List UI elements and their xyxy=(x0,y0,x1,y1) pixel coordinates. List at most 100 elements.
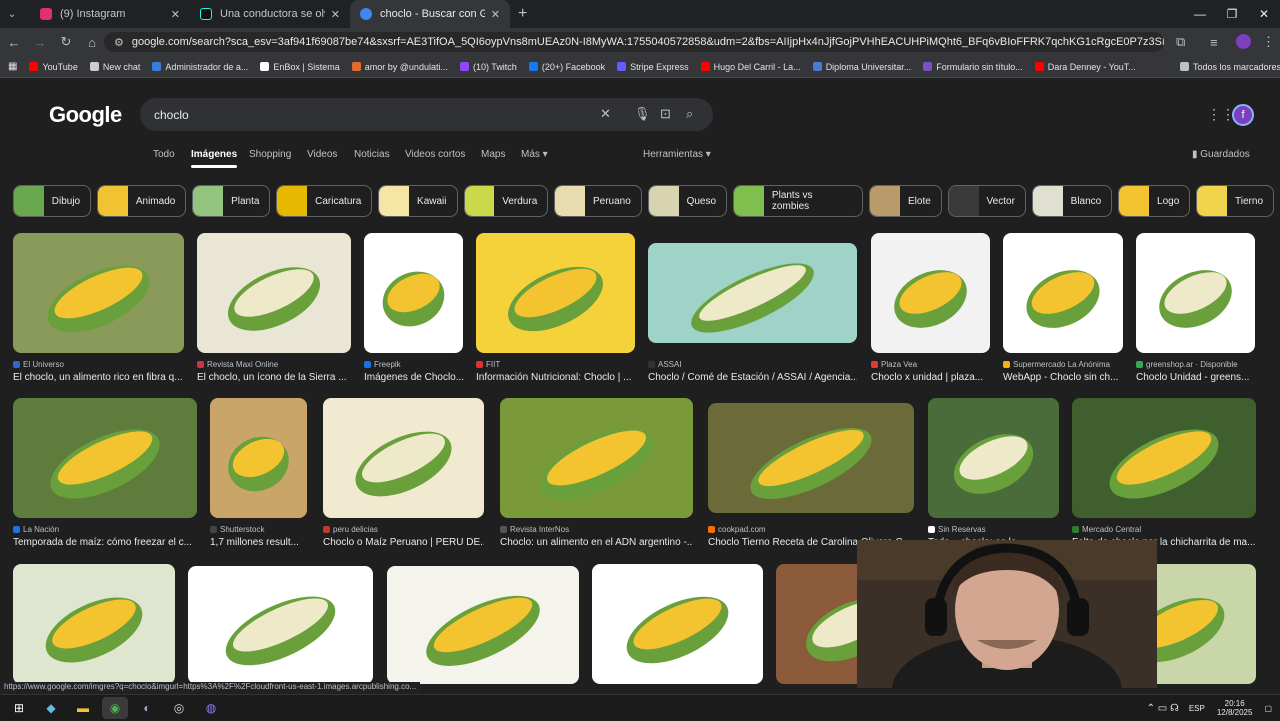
tools-button[interactable]: Herramientas ▾ xyxy=(643,149,711,160)
account-avatar[interactable]: f xyxy=(1232,104,1254,126)
minimize-icon[interactable]: — xyxy=(1184,0,1216,28)
app-icon[interactable]: ◍ xyxy=(198,697,224,719)
tab-videos-cortos[interactable]: Videos cortos xyxy=(405,149,465,160)
apps-grid-icon[interactable]: ▦ xyxy=(8,61,17,72)
home-icon[interactable]: ⌂ xyxy=(80,35,104,50)
bookmark-item[interactable]: Administrador de a... xyxy=(152,62,248,72)
image-result[interactable] xyxy=(928,398,1059,518)
image-result[interactable] xyxy=(1136,233,1255,353)
result-caption[interactable]: Temporada de maíz: cómo freezar el c... xyxy=(13,537,197,548)
image-result[interactable] xyxy=(592,564,763,684)
result-source[interactable]: cookpad.com xyxy=(708,525,766,534)
new-tab-button[interactable]: + xyxy=(518,5,527,23)
result-source[interactable]: Supermercado La Anónima xyxy=(1003,360,1110,369)
language-indicator[interactable]: ESP xyxy=(1189,704,1205,713)
tab-shopping[interactable]: Shopping xyxy=(249,149,291,160)
bookmark-item[interactable]: New chat xyxy=(89,62,140,72)
result-source[interactable]: La Nación xyxy=(13,525,59,534)
clock[interactable]: 20:16 12/8/2025 xyxy=(1217,699,1253,717)
close-tab-icon[interactable]: ✕ xyxy=(331,8,340,21)
bookmark-item[interactable]: Hugo Del Carril - La... xyxy=(700,62,801,72)
bookmark-item[interactable]: YouTube xyxy=(29,62,78,72)
restore-icon[interactable]: ❐ xyxy=(1216,0,1248,28)
result-source[interactable]: Revista Maxi Online xyxy=(197,360,278,369)
image-result[interactable] xyxy=(708,403,914,513)
tab-maps[interactable]: Maps xyxy=(481,149,505,160)
tab-videos[interactable]: Videos xyxy=(307,149,337,160)
start-icon[interactable]: ⊞ xyxy=(6,697,32,719)
image-result[interactable] xyxy=(476,233,635,353)
image-result[interactable] xyxy=(197,233,351,353)
tab-imagenes[interactable]: Imágenes xyxy=(191,149,238,168)
result-caption[interactable]: Imágenes de Choclo... xyxy=(364,372,494,383)
chip-tierno[interactable]: Tierno xyxy=(1196,185,1275,217)
close-tab-icon[interactable]: ✕ xyxy=(491,8,500,21)
result-source[interactable]: Shutterstock xyxy=(210,525,264,534)
bookmark-item[interactable]: Todos los marcadores xyxy=(1180,62,1280,72)
bookmark-item[interactable]: Stripe Express xyxy=(617,62,689,72)
result-source[interactable]: greenshop.ar · Disponible xyxy=(1136,360,1238,369)
image-result[interactable] xyxy=(871,233,990,353)
close-window-icon[interactable]: ✕ xyxy=(1248,0,1280,28)
file-explorer-icon[interactable]: ▬ xyxy=(70,697,96,719)
image-result[interactable] xyxy=(500,398,693,518)
browser-tab-tiktok[interactable]: Una conductora se olvidó de bajar... ✕ xyxy=(190,0,350,28)
bookmark-item[interactable]: (10) Twitch xyxy=(459,62,517,72)
extensions-icon[interactable]: ⧉ xyxy=(1176,28,1185,56)
result-caption[interactable]: Choclo Unidad - greens... xyxy=(1136,372,1266,383)
search-icon[interactable]: ⌕ xyxy=(686,106,693,122)
chip-plants-vs-zombies[interactable]: Plants vs zombies xyxy=(733,185,864,217)
result-caption[interactable]: Choclo o Maíz Peruano | PERU DE... xyxy=(323,537,484,548)
chip-queso[interactable]: Queso xyxy=(647,185,728,217)
image-result[interactable] xyxy=(210,398,307,518)
result-source[interactable]: ASSAI xyxy=(648,360,682,369)
result-caption[interactable]: Choclo: un alimento en el ADN argentino … xyxy=(500,537,693,548)
clear-icon[interactable]: ✕ xyxy=(600,106,611,122)
media-icon[interactable]: ≡ xyxy=(1210,28,1218,56)
result-caption[interactable]: Información Nutricional: Choclo | ... xyxy=(476,372,635,383)
google-logo[interactable]: Google xyxy=(49,102,122,128)
image-result[interactable] xyxy=(1003,233,1123,353)
bookmark-item[interactable]: Formulario sin título... xyxy=(923,62,1023,72)
image-result[interactable] xyxy=(387,566,579,684)
chip-blanco[interactable]: Blanco xyxy=(1031,185,1113,217)
chip-vector[interactable]: Vector xyxy=(947,185,1026,217)
result-caption[interactable]: 1,7 millones result... xyxy=(210,537,340,548)
chip-peruano[interactable]: Peruano xyxy=(554,185,642,217)
result-source[interactable]: peru delicias xyxy=(323,525,378,534)
result-caption[interactable]: El choclo, un alimento rico en fibra q..… xyxy=(13,372,184,383)
image-result[interactable] xyxy=(13,233,184,353)
bookmark-item[interactable]: (20+) Facebook xyxy=(528,62,605,72)
result-source[interactable]: FIIT xyxy=(476,360,500,369)
browser-tab-google[interactable]: choclo - Buscar con Google ✕ xyxy=(350,0,510,28)
result-source[interactable]: Revista InterNos xyxy=(500,525,569,534)
chrome-icon[interactable]: ◉ xyxy=(102,696,128,719)
steam-icon[interactable]: ◐ xyxy=(134,697,160,719)
image-result[interactable] xyxy=(188,566,373,684)
notifications-icon[interactable]: ▢ xyxy=(1264,704,1272,713)
tab-noticias[interactable]: Noticias xyxy=(354,149,390,160)
result-source[interactable]: Mercado Central xyxy=(1072,525,1141,534)
image-result[interactable] xyxy=(364,233,463,353)
forward-icon[interactable]: → xyxy=(28,35,52,50)
tray-icons[interactable]: ⌃ ▭ ☊ xyxy=(1147,703,1179,714)
address-bar[interactable]: ⚙ google.com/search?sca_esv=3af941f69087… xyxy=(104,32,1164,52)
reload-icon[interactable]: ↻ xyxy=(54,34,78,50)
result-source[interactable]: Freepik xyxy=(364,360,401,369)
image-result[interactable] xyxy=(13,564,175,684)
lens-icon[interactable]: ⊡ xyxy=(660,106,671,122)
image-result[interactable] xyxy=(1072,398,1256,518)
bookmark-item[interactable]: amor by @undulati... xyxy=(351,62,448,72)
chip-verdura[interactable]: Verdura xyxy=(463,185,549,217)
chip-elote[interactable]: Elote xyxy=(869,185,942,217)
copilot-icon[interactable]: ◆ xyxy=(38,697,64,719)
obs-icon[interactable]: ◎ xyxy=(166,697,192,719)
bookmark-item[interactable]: Diploma Universitar... xyxy=(812,62,911,72)
chip-caricatura[interactable]: Caricatura xyxy=(276,185,373,217)
result-caption[interactable]: Choclo / Comé de Estación / ASSAI / Agen… xyxy=(648,372,857,383)
result-caption[interactable]: El choclo, un ícono de la Sierra ... xyxy=(197,372,351,383)
image-result[interactable] xyxy=(13,398,197,518)
result-caption[interactable]: Choclo x unidad | plaza... xyxy=(871,372,1001,383)
microphone-icon[interactable]: 🎙 xyxy=(634,106,651,122)
tab-more[interactable]: Más ▾ xyxy=(521,149,548,160)
